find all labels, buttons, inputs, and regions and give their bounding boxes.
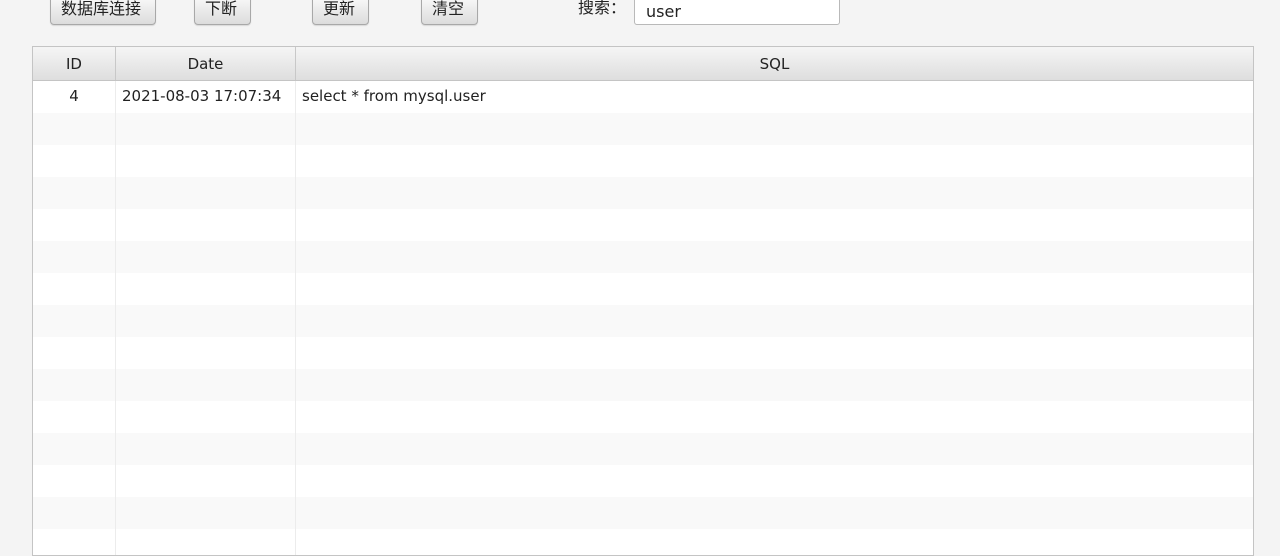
empty-cell	[296, 273, 1253, 305]
empty-cell	[296, 497, 1253, 529]
empty-cell	[296, 401, 1253, 433]
cell-sql: select * from mysql.user	[302, 87, 486, 105]
empty-table-row[interactable]	[33, 273, 1253, 305]
empty-cell	[33, 273, 116, 305]
empty-cell	[296, 305, 1253, 337]
empty-cell	[33, 497, 116, 529]
empty-cell	[116, 529, 296, 555]
cell-id: 4	[33, 81, 116, 113]
column-header-date[interactable]: Date	[116, 47, 296, 80]
empty-cell	[33, 177, 116, 209]
table-body: 4 2021-08-03 17:07:34 select * from mysq…	[33, 81, 1253, 555]
empty-table-row[interactable]	[33, 209, 1253, 241]
empty-table-row[interactable]	[33, 177, 1253, 209]
empty-cell	[296, 177, 1253, 209]
empty-cell	[116, 241, 296, 273]
search-input[interactable]	[634, 0, 840, 25]
empty-cell	[296, 209, 1253, 241]
empty-cell	[116, 113, 296, 145]
disconnect-button[interactable]: 下断	[194, 0, 251, 25]
column-header-id[interactable]: ID	[33, 47, 116, 80]
table-row[interactable]: 4 2021-08-03 17:07:34 select * from mysq…	[33, 81, 1253, 113]
empty-cell	[33, 145, 116, 177]
empty-cell	[33, 209, 116, 241]
empty-cell	[116, 305, 296, 337]
sql-log-table: ID Date SQL 4 2021-08-03 17:07:34 select…	[32, 46, 1254, 556]
empty-cell	[116, 401, 296, 433]
empty-cell	[296, 465, 1253, 497]
empty-cell	[33, 465, 116, 497]
empty-cell	[33, 241, 116, 273]
empty-table-row[interactable]	[33, 113, 1253, 145]
empty-cell	[296, 369, 1253, 401]
table-header: ID Date SQL	[33, 47, 1253, 81]
empty-table-row[interactable]	[33, 337, 1253, 369]
empty-table-row[interactable]	[33, 497, 1253, 529]
empty-cell	[33, 433, 116, 465]
empty-cell	[116, 145, 296, 177]
empty-cell	[296, 113, 1253, 145]
empty-cell	[116, 209, 296, 241]
empty-cell	[296, 145, 1253, 177]
empty-cell	[33, 529, 116, 555]
toolbar: 数据库连接 下断 更新 清空 搜索：	[0, 0, 1280, 32]
empty-cell	[296, 433, 1253, 465]
empty-cell	[33, 401, 116, 433]
empty-table-row[interactable]	[33, 529, 1253, 555]
empty-cell	[33, 369, 116, 401]
empty-table-row[interactable]	[33, 305, 1253, 337]
search-label: 搜索：	[578, 0, 627, 17]
empty-cell	[33, 113, 116, 145]
refresh-button[interactable]: 更新	[312, 0, 369, 25]
empty-cell	[116, 337, 296, 369]
empty-cell	[296, 241, 1253, 273]
empty-cell	[116, 497, 296, 529]
empty-cell	[116, 177, 296, 209]
empty-cell	[296, 337, 1253, 369]
empty-cell	[296, 529, 1253, 555]
empty-cell	[116, 465, 296, 497]
empty-table-row[interactable]	[33, 433, 1253, 465]
cell-date: 2021-08-03 17:07:34	[116, 81, 296, 113]
empty-table-row[interactable]	[33, 369, 1253, 401]
clear-button[interactable]: 清空	[421, 0, 478, 25]
empty-table-row[interactable]	[33, 465, 1253, 497]
column-header-sql[interactable]: SQL	[296, 47, 1253, 80]
empty-table-row[interactable]	[33, 241, 1253, 273]
empty-cell	[116, 369, 296, 401]
empty-cell	[116, 433, 296, 465]
empty-cell	[116, 273, 296, 305]
empty-table-row[interactable]	[33, 145, 1253, 177]
empty-table-row[interactable]	[33, 401, 1253, 433]
empty-cell	[33, 305, 116, 337]
empty-cell	[33, 337, 116, 369]
database-connect-button[interactable]: 数据库连接	[50, 0, 156, 25]
